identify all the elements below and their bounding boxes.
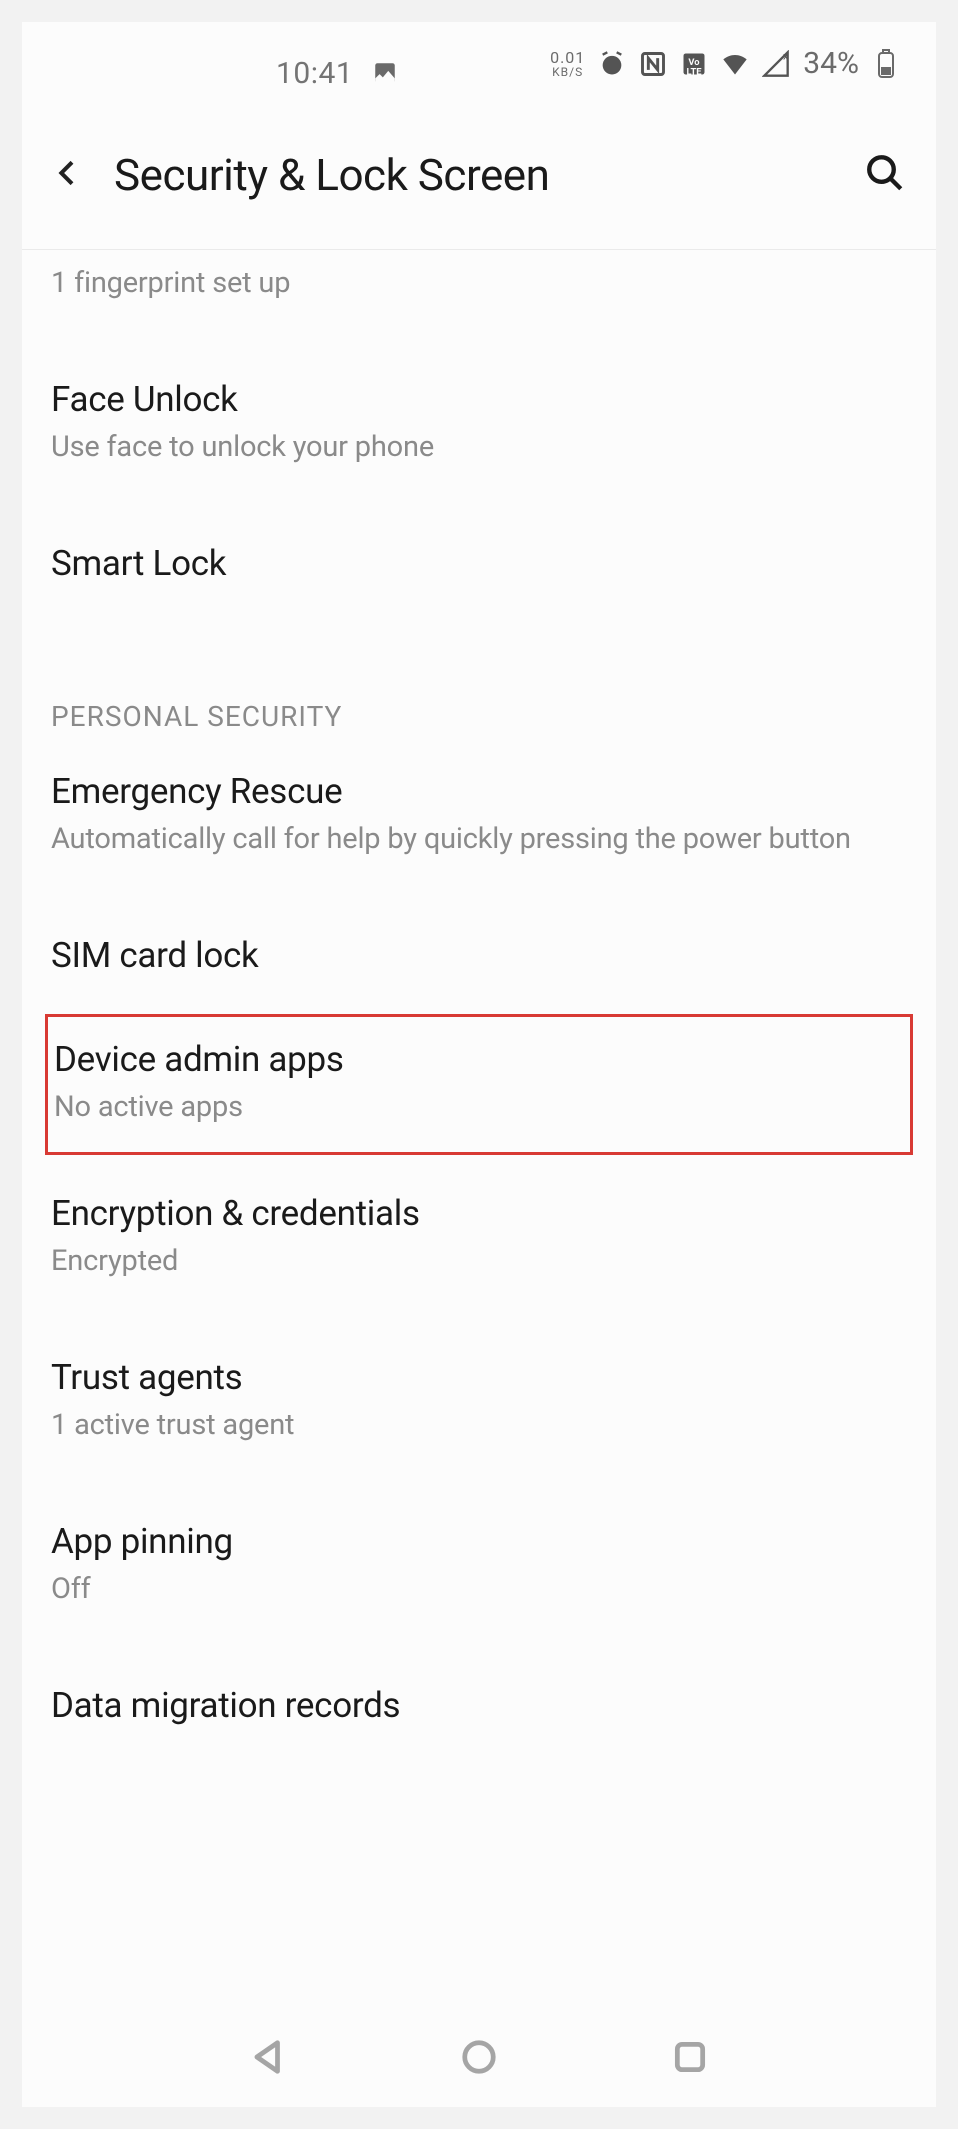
page-title: Security & Lock Screen <box>114 149 834 201</box>
svg-text:x: x <box>783 50 788 62</box>
setting-title: Trust agents <box>51 1357 907 1398</box>
battery-percentage: 34% <box>803 46 859 81</box>
setting-device-admin-apps[interactable]: Device admin apps No active apps <box>45 1014 913 1154</box>
status-time: 10:41 <box>276 56 353 91</box>
settings-list: 1 fingerprint set up Face Unlock Use fac… <box>22 250 936 1764</box>
nav-home-icon[interactable] <box>460 2038 498 2080</box>
setting-title: App pinning <box>51 1521 907 1562</box>
setting-face-unlock[interactable]: Face Unlock Use face to unlock your phon… <box>48 341 910 505</box>
setting-subtitle: No active apps <box>54 1088 904 1127</box>
setting-title: Smart Lock <box>51 543 907 584</box>
nfc-icon <box>639 50 667 78</box>
setting-title: Data migration records <box>51 1685 907 1726</box>
setting-app-pinning[interactable]: App pinning Off <box>48 1483 910 1647</box>
network-speed: 0.01 KB/S <box>550 50 585 78</box>
setting-title: Emergency Rescue <box>51 771 907 812</box>
signal-icon: x <box>762 50 790 78</box>
volte-icon: VoLTE <box>680 50 708 78</box>
setting-title: Device admin apps <box>54 1039 904 1080</box>
setting-smart-lock[interactable]: Smart Lock <box>48 505 910 622</box>
setting-encryption-credentials[interactable]: Encryption & credentials Encrypted <box>48 1155 910 1319</box>
app-header: Security & Lock Screen <box>22 93 936 250</box>
status-bar: 10:41 0.01 KB/S VoLTE x 34% <box>22 22 936 93</box>
system-nav-bar <box>22 2011 936 2107</box>
wifi-icon <box>721 50 749 78</box>
setting-subtitle: 1 fingerprint set up <box>51 264 907 303</box>
setting-trust-agents[interactable]: Trust agents 1 active trust agent <box>48 1319 910 1483</box>
setting-emergency-rescue[interactable]: Emergency Rescue Automatically call for … <box>48 733 910 897</box>
setting-subtitle: Off <box>51 1570 907 1609</box>
section-header-personal-security: PERSONAL SECURITY <box>48 622 910 733</box>
setting-data-migration-records[interactable]: Data migration records <box>48 1647 910 1764</box>
setting-fingerprint[interactable]: 1 fingerprint set up <box>48 250 910 341</box>
setting-subtitle: Automatically call for help by quickly p… <box>51 820 907 859</box>
setting-title: Face Unlock <box>51 379 907 420</box>
setting-subtitle: Encrypted <box>51 1242 907 1281</box>
svg-text:LTE: LTE <box>687 66 703 77</box>
setting-title: Encryption & credentials <box>51 1193 907 1234</box>
nav-back-icon[interactable] <box>249 2038 287 2080</box>
setting-subtitle: 1 active trust agent <box>51 1406 907 1445</box>
alarm-icon <box>598 50 626 78</box>
setting-subtitle: Use face to unlock your phone <box>51 428 907 467</box>
nav-recent-icon[interactable] <box>671 2038 709 2080</box>
search-icon[interactable] <box>864 152 906 198</box>
setting-sim-card-lock[interactable]: SIM card lock <box>48 897 910 1014</box>
battery-icon <box>872 50 900 78</box>
setting-title: SIM card lock <box>51 935 907 976</box>
back-icon[interactable] <box>52 157 84 193</box>
